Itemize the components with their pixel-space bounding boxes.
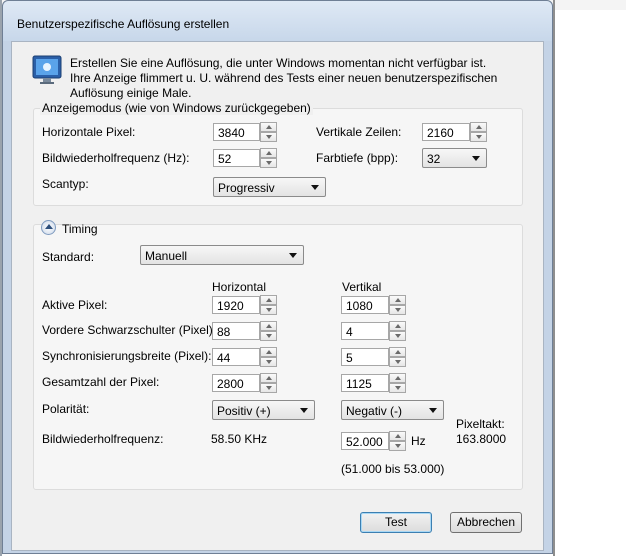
active-pixels-v-spinner[interactable] xyxy=(389,295,406,315)
total-pixels-v-spinner[interactable] xyxy=(389,373,406,393)
test-button[interactable]: Test xyxy=(360,512,432,533)
spin-up-icon[interactable] xyxy=(260,347,277,357)
spin-down-icon[interactable] xyxy=(260,305,277,315)
vertical-lines-input[interactable]: 2160 xyxy=(422,123,470,141)
refresh-v-input[interactable]: 52.000 xyxy=(341,432,389,450)
spin-down-icon[interactable] xyxy=(389,383,406,393)
timing-label: Timing xyxy=(62,222,98,236)
refresh-v-spinner[interactable] xyxy=(389,431,406,451)
active-pixels-h-input[interactable]: 1920 xyxy=(212,296,260,314)
refresh-rate-label: Bildwiederholfrequenz (Hz): xyxy=(42,151,190,165)
spin-up-icon[interactable] xyxy=(260,295,277,305)
spin-down-icon[interactable] xyxy=(260,132,277,142)
spin-up-icon[interactable] xyxy=(260,373,277,383)
active-pixels-h-spinner[interactable] xyxy=(260,295,277,315)
total-pixels-h-spinner[interactable] xyxy=(260,373,277,393)
vertical-lines-spinner[interactable] xyxy=(470,122,487,142)
sync-width-label: Synchronisierungsbreite (Pixel): xyxy=(42,349,212,363)
spin-up-icon[interactable] xyxy=(389,347,406,357)
front-porch-h-spinner[interactable] xyxy=(260,321,277,341)
refresh-label: Bildwiederholfrequenz: xyxy=(42,432,164,446)
chevron-down-icon xyxy=(311,185,319,190)
front-porch-label: Vordere Schwarzschulter (Pixel): xyxy=(42,323,217,337)
spin-up-icon[interactable] xyxy=(389,295,406,305)
info-text: Erstellen Sie eine Auflösung, die unter … xyxy=(70,56,498,100)
right-edge xyxy=(553,0,555,556)
sync-width-v-spinner[interactable] xyxy=(389,347,406,367)
monitor-icon xyxy=(32,55,62,84)
spin-up-icon[interactable] xyxy=(389,321,406,331)
refresh-rate-spinner[interactable] xyxy=(260,148,277,168)
polarity-h-select[interactable]: Positiv (+) xyxy=(212,400,315,420)
standard-select[interactable]: Manuell xyxy=(140,245,304,265)
pixel-clock-value: 163.8000 xyxy=(456,432,507,446)
refresh-unit: Hz xyxy=(411,434,426,448)
scan-type-select[interactable]: Progressiv xyxy=(213,177,326,197)
horizontal-pixels-spinner[interactable] xyxy=(260,122,277,142)
spin-down-icon[interactable] xyxy=(260,383,277,393)
chevron-down-icon xyxy=(472,156,480,161)
total-pixels-h-input[interactable]: 2800 xyxy=(212,374,260,392)
chevron-down-icon xyxy=(429,408,437,413)
horizontal-pixels-input[interactable]: 3840 xyxy=(213,123,260,141)
spin-down-icon[interactable] xyxy=(260,357,277,367)
vertical-column-header: Vertikal xyxy=(342,280,382,294)
front-porch-v-spinner[interactable] xyxy=(389,321,406,341)
color-depth-label: Farbtiefe (bpp): xyxy=(316,151,399,165)
standard-label: Standard: xyxy=(42,250,95,264)
chevron-down-icon xyxy=(289,253,297,258)
spin-down-icon[interactable] xyxy=(389,305,406,315)
front-porch-v-input[interactable]: 4 xyxy=(341,322,389,340)
collapse-toggle-icon[interactable] xyxy=(41,220,56,235)
polarity-label: Polarität: xyxy=(42,402,90,416)
spin-up-icon[interactable] xyxy=(470,122,487,132)
pixel-clock-label: Pixeltakt: xyxy=(456,417,505,431)
spin-up-icon[interactable] xyxy=(260,122,277,132)
spin-up-icon[interactable] xyxy=(260,321,277,331)
cancel-button[interactable]: Abbrechen xyxy=(450,512,522,533)
total-pixels-v-input[interactable]: 1125 xyxy=(341,374,389,392)
scan-type-label: Scantyp: xyxy=(42,177,89,191)
spin-down-icon[interactable] xyxy=(389,331,406,341)
horizontal-column-header: Horizontal xyxy=(212,280,267,294)
spin-down-icon[interactable] xyxy=(260,158,277,168)
polarity-v-select[interactable]: Negativ (-) xyxy=(341,400,444,420)
horizontal-frequency-value: 58.50 KHz xyxy=(211,432,268,446)
spin-up-icon[interactable] xyxy=(389,373,406,383)
refresh-rate-input[interactable]: 52 xyxy=(213,149,260,167)
display-mode-legend: Anzeigemodus (wie von Windows zurückgege… xyxy=(40,101,313,115)
refresh-range: (51.000 bis 53.000) xyxy=(341,462,445,476)
front-porch-h-input[interactable]: 88 xyxy=(212,322,260,340)
spin-down-icon[interactable] xyxy=(389,357,406,367)
sync-width-h-input[interactable]: 44 xyxy=(212,348,260,366)
total-pixels-label: Gesamtzahl der Pixel: xyxy=(42,375,160,389)
spin-down-icon[interactable] xyxy=(260,331,277,341)
active-pixels-v-input[interactable]: 1080 xyxy=(341,296,389,314)
chevron-down-icon xyxy=(300,408,308,413)
vertical-lines-label: Vertikale Zeilen: xyxy=(316,125,402,139)
spin-up-icon[interactable] xyxy=(260,148,277,158)
spin-up-icon[interactable] xyxy=(389,431,406,441)
spin-down-icon[interactable] xyxy=(389,441,406,451)
spin-down-icon[interactable] xyxy=(470,132,487,142)
sync-width-h-spinner[interactable] xyxy=(260,347,277,367)
active-pixels-label: Aktive Pixel: xyxy=(42,298,108,312)
horizontal-pixels-label: Horizontale Pixel: xyxy=(42,125,136,139)
window-title: Benutzerspezifische Auflösung erstellen xyxy=(17,17,230,31)
sync-width-v-input[interactable]: 5 xyxy=(341,348,389,366)
title-bar[interactable]: Benutzerspezifische Auflösung erstellen xyxy=(3,1,552,41)
color-depth-select[interactable]: 32 xyxy=(422,148,487,168)
